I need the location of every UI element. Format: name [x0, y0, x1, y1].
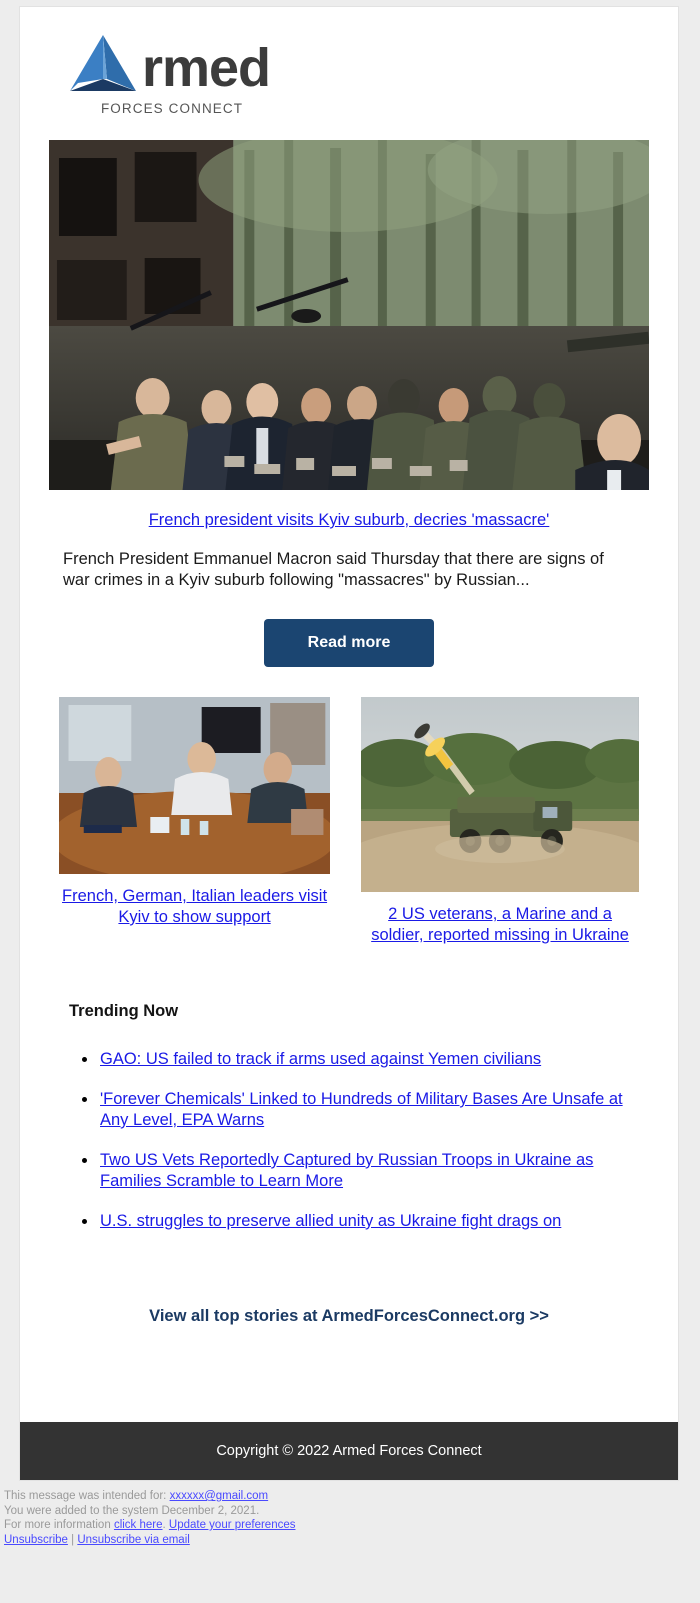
legal-line-added-date: You were added to the system December 2,… [4, 1504, 260, 1517]
list-item: 'Forever Chemicals' Linked to Hundreds o… [82, 1089, 648, 1131]
email-card: rmed FORCES CONNECT French president vis… [19, 6, 679, 1481]
legal-footer: This message was intended for: xxxxxx@gm… [0, 1489, 700, 1547]
story-1-image[interactable] [59, 697, 331, 874]
trending-title: Trending Now [69, 1002, 179, 1020]
update-preferences-link[interactable]: Update your preferences [169, 1519, 296, 1531]
trending-link-4[interactable]: U.S. struggles to preserve allied unity … [100, 1212, 561, 1230]
story-2-headline-link[interactable]: 2 US veterans, a Marine and a soldier, r… [371, 905, 629, 944]
more-info-prefix: For more information [4, 1519, 114, 1531]
list-item: Two US Vets Reportedly Captured by Russi… [82, 1150, 648, 1192]
legal-line-recipient: This message was intended for: xxxxxx@gm… [4, 1489, 696, 1504]
secondary-stories: French, German, Italian leaders visit Ky… [20, 697, 678, 946]
legal-recipient-prefix: This message was intended for: [4, 1490, 170, 1502]
trending-list: GAO: US failed to track if arms used aga… [50, 1049, 648, 1232]
view-all-cta-wrap: View all top stories at ArmedForcesConne… [20, 1307, 678, 1326]
bullet-icon [82, 1057, 87, 1062]
logo-tagline: FORCES CONNECT [100, 101, 244, 116]
read-more-button[interactable]: Read more [263, 619, 435, 667]
unsubscribe-via-email-link[interactable]: Unsubscribe via email [77, 1534, 190, 1546]
trending-link-2[interactable]: 'Forever Chemicals' Linked to Hundreds o… [100, 1090, 623, 1129]
hero-summary: French President Emmanuel Macron said Th… [63, 550, 604, 589]
story-1-headline-link[interactable]: French, German, Italian leaders visit Ky… [62, 887, 327, 926]
trending-section: Trending Now GAO: US failed to track if … [20, 1002, 678, 1232]
click-here-link[interactable]: click here [114, 1519, 163, 1531]
hero-headline-link[interactable]: French president visits Kyiv suburb, dec… [149, 511, 550, 529]
story-2-image[interactable] [361, 697, 639, 892]
story-2-caption: 2 US veterans, a Marine and a soldier, r… [361, 904, 639, 946]
unsubscribe-separator: | [67, 1533, 78, 1546]
email-header: rmed FORCES CONNECT [20, 7, 678, 140]
hero-caption: French president visits Kyiv suburb, dec… [49, 510, 649, 531]
brand-logo[interactable]: rmed FORCES CONNECT [66, 33, 271, 116]
bullet-icon [82, 1158, 87, 1163]
legal-line-unsubscribe: Unsubscribe | Unsubscribe via email [4, 1533, 696, 1548]
copyright-bar: Copyright © 2022 Armed Forces Connect [20, 1422, 678, 1480]
bullet-icon [82, 1097, 87, 1102]
trending-link-3[interactable]: Two US Vets Reportedly Captured by Russi… [100, 1151, 593, 1190]
list-item: U.S. struggles to preserve allied unity … [82, 1211, 648, 1232]
list-item: GAO: US failed to track if arms used aga… [82, 1049, 648, 1070]
story-1-caption: French, German, Italian leaders visit Ky… [59, 886, 330, 928]
recipient-email-link[interactable]: xxxxxx@gmail.com [170, 1490, 269, 1502]
bullet-icon [82, 1219, 87, 1224]
triangle-a-logo-icon [66, 33, 140, 95]
view-all-stories-link[interactable]: View all top stories at ArmedForcesConne… [149, 1307, 549, 1325]
hero-image[interactable] [49, 140, 649, 490]
story-card-2: 2 US veterans, a Marine and a soldier, r… [357, 697, 659, 946]
story-card-1: French, German, Italian leaders visit Ky… [39, 697, 341, 928]
unsubscribe-link[interactable]: Unsubscribe [4, 1534, 68, 1546]
hero-section: French president visits Kyiv suburb, dec… [20, 140, 678, 667]
logo-wordmark: rmed [142, 38, 271, 98]
logo-row: rmed [66, 33, 271, 98]
legal-line-more-info: For more information click here. Update … [4, 1518, 696, 1533]
read-more-wrap: Read more [49, 619, 649, 667]
trending-link-1[interactable]: GAO: US failed to track if arms used aga… [100, 1050, 541, 1068]
